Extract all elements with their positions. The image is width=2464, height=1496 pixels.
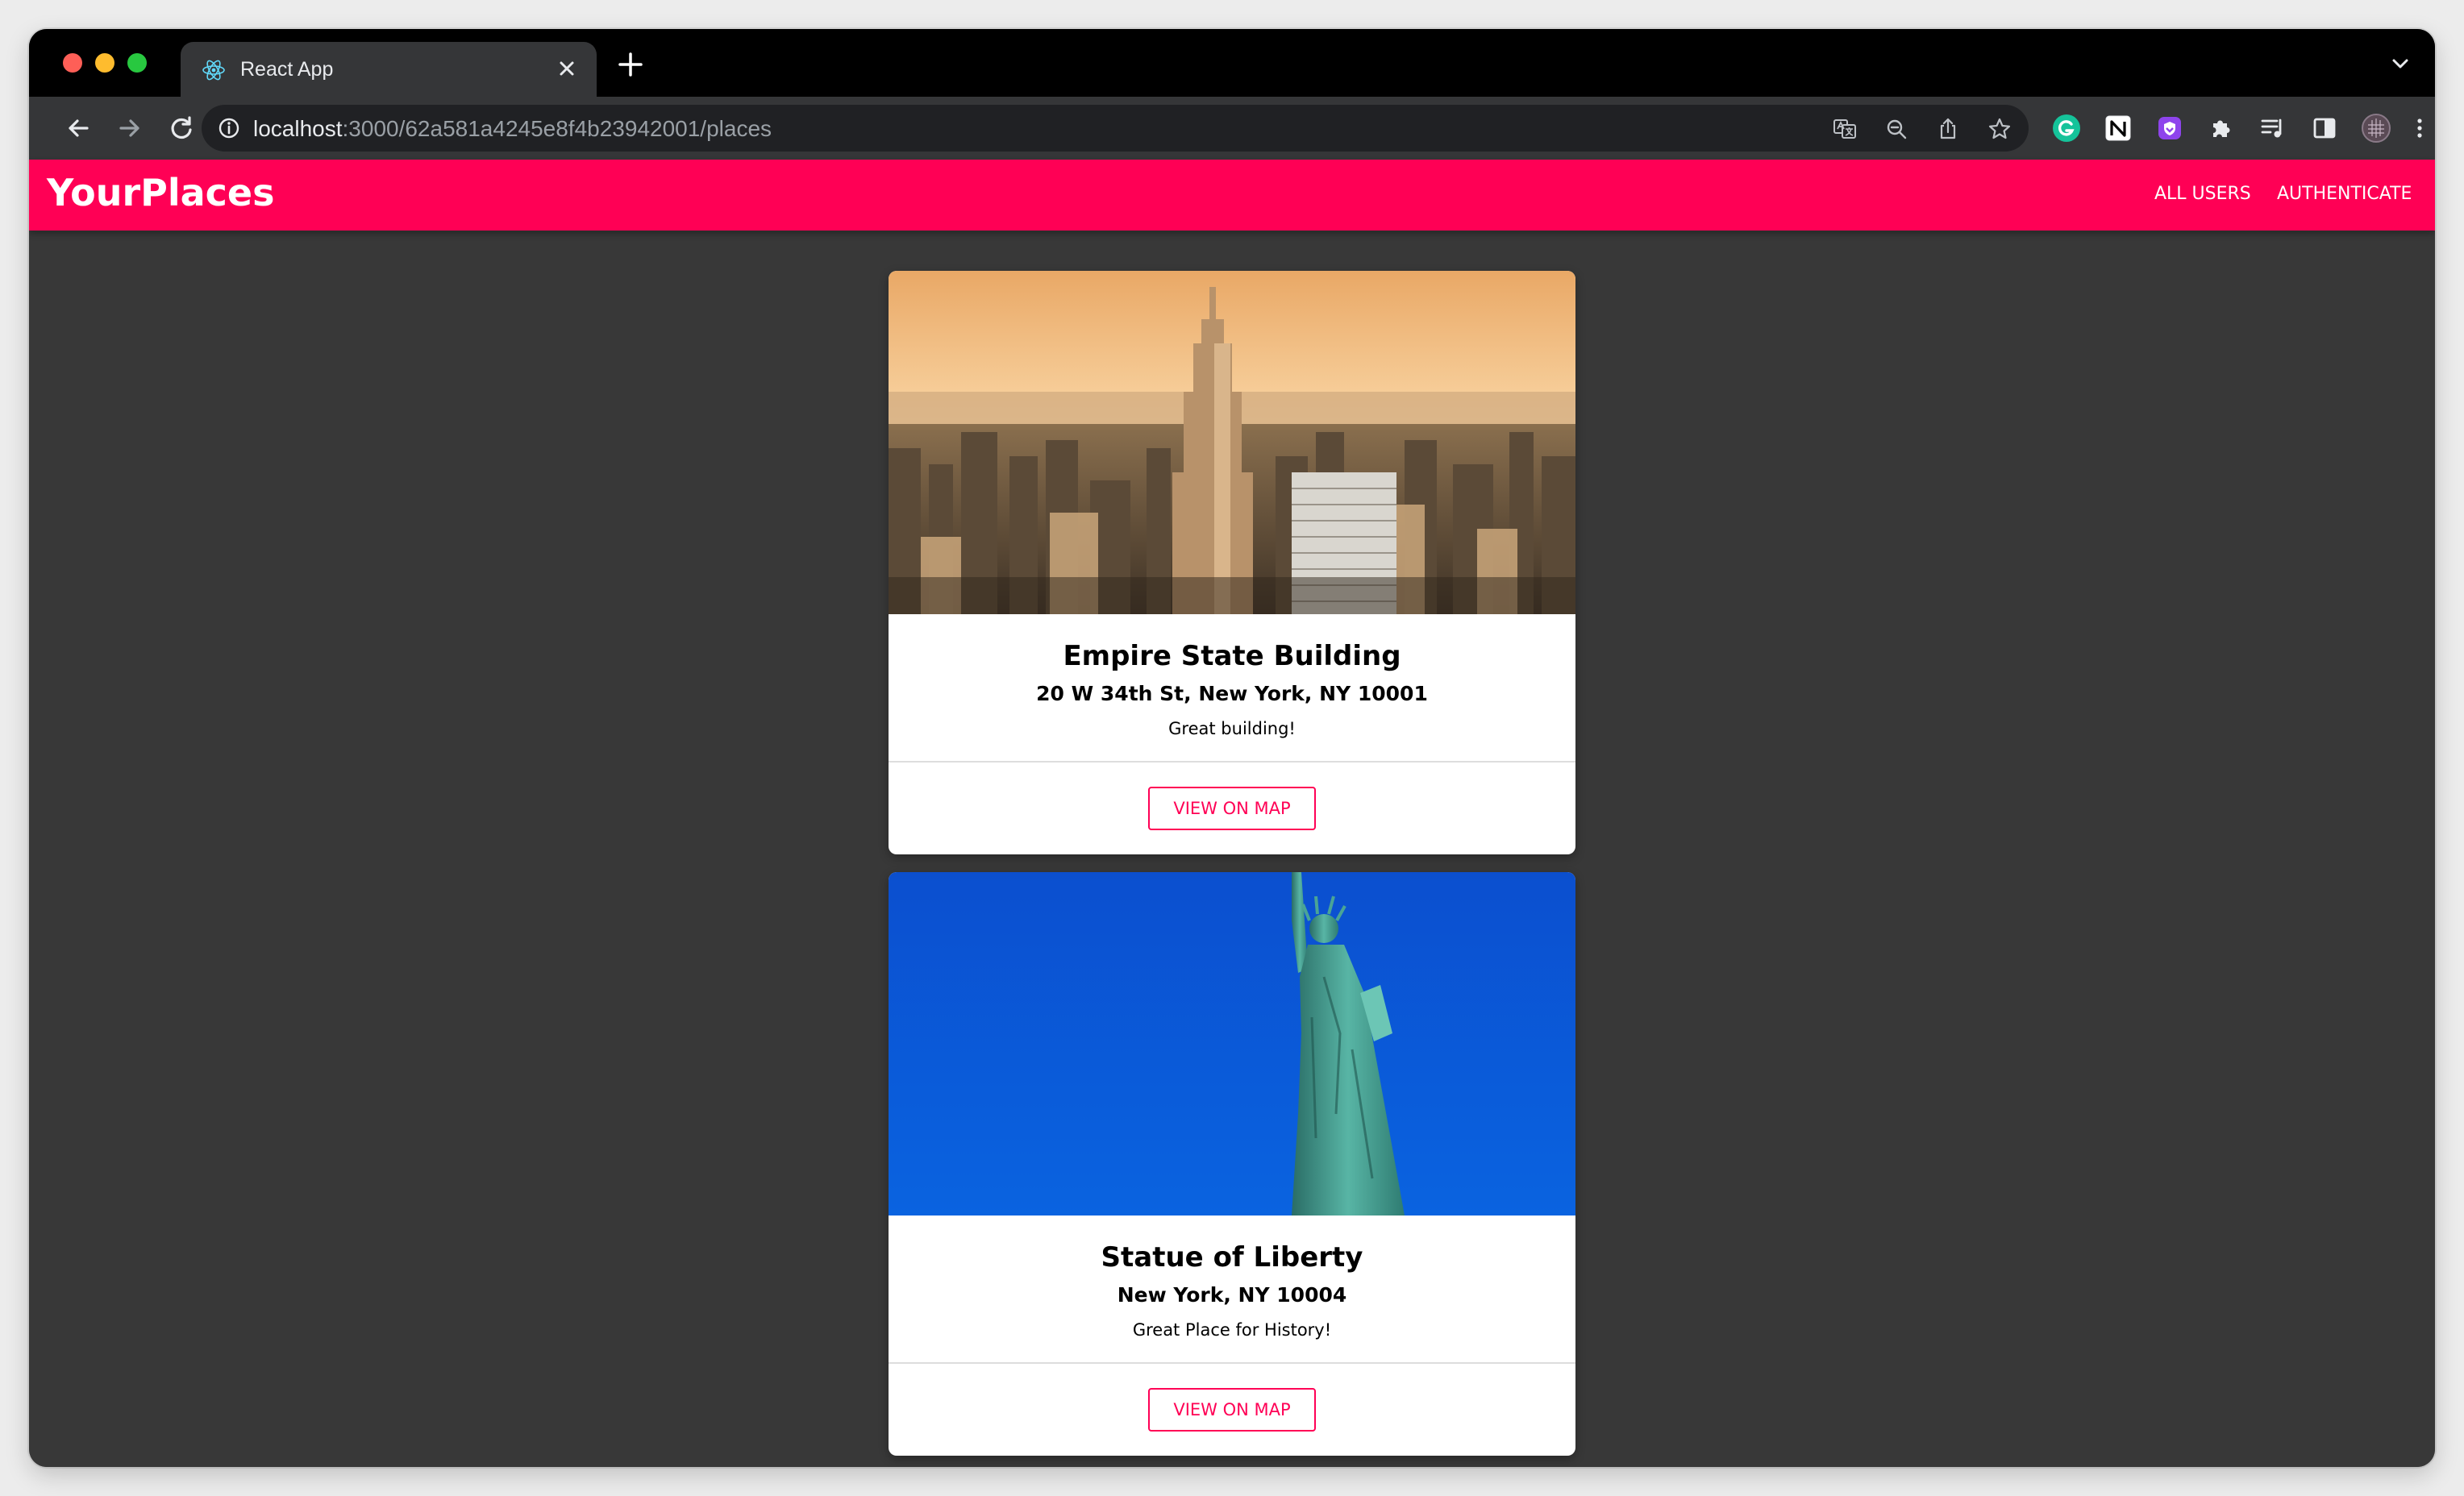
url-path: :3000/62a581a4245e8f4b23942001/places [342, 116, 772, 141]
address-bar[interactable]: localhost:3000/62a581a4245e8f4b23942001/… [202, 105, 2029, 152]
minimize-window-button[interactable] [95, 53, 114, 73]
translate-icon[interactable] [1832, 116, 1858, 142]
more-icon[interactable] [2412, 113, 2427, 143]
nav-authenticate[interactable]: AUTHENTICATE [2277, 184, 2412, 204]
profile-avatar[interactable] [2361, 113, 2391, 143]
card-divider [889, 1362, 1575, 1364]
place-title: Statue of Liberty [1101, 1241, 1363, 1274]
tab-react-app[interactable]: React App [181, 42, 597, 97]
chevron-down-icon[interactable] [2387, 50, 2414, 77]
view-on-map-button[interactable]: VIEW ON MAP [1148, 787, 1316, 830]
page-viewport: YourPlaces ALL USERS AUTHENTICATE Empire… [29, 160, 2435, 1467]
forward-icon[interactable] [113, 111, 147, 145]
place-image [889, 271, 1575, 614]
new-tab-button[interactable] [613, 47, 648, 82]
place-card: Empire State Building 20 W 34th St, New … [889, 271, 1575, 854]
fullscreen-window-button[interactable] [127, 53, 147, 73]
sidepanel-icon[interactable] [2309, 113, 2340, 143]
place-image [889, 872, 1575, 1216]
puzzle-icon[interactable] [2206, 113, 2237, 143]
url-text[interactable]: localhost:3000/62a581a4245e8f4b23942001/… [253, 116, 772, 142]
browser-toolbar: localhost:3000/62a581a4245e8f4b23942001/… [29, 97, 2435, 160]
tab-strip: React App [29, 29, 2435, 97]
place-description: Great Place for History! [1132, 1320, 1332, 1340]
place-address: New York, NY 10004 [1117, 1283, 1347, 1307]
place-description: Great building! [1168, 719, 1296, 738]
app-header: YourPlaces ALL USERS AUTHENTICATE [29, 160, 2435, 231]
place-title: Empire State Building [1063, 640, 1401, 672]
tab-title: React App [240, 58, 334, 81]
share-icon[interactable] [1935, 116, 1961, 142]
zoom-icon[interactable] [1883, 116, 1909, 142]
media-icon[interactable] [2258, 113, 2288, 143]
place-card: Statue of Liberty New York, NY 10004 Gre… [889, 872, 1575, 1456]
react-icon [202, 60, 225, 81]
reload-icon[interactable] [164, 111, 198, 145]
info-icon[interactable] [218, 117, 240, 139]
back-icon[interactable] [61, 111, 95, 145]
url-host: localhost [253, 116, 343, 141]
nav-all-users[interactable]: ALL USERS [2154, 184, 2251, 204]
plus-icon [618, 52, 643, 77]
card-divider [889, 761, 1575, 763]
browser-window: React App localhost:3000/62a581a4245e8f4… [29, 29, 2435, 1467]
extension-shield-icon[interactable] [2154, 113, 2185, 143]
brand-logo[interactable]: YourPlaces [47, 171, 275, 214]
notion-icon[interactable] [2103, 113, 2133, 143]
close-icon[interactable] [553, 55, 581, 82]
place-address: 20 W 34th St, New York, NY 10001 [1036, 682, 1428, 705]
close-window-button[interactable] [63, 53, 82, 73]
view-on-map-button[interactable]: VIEW ON MAP [1148, 1388, 1316, 1432]
star-icon[interactable] [1987, 116, 2012, 142]
grammarly-icon[interactable] [2051, 113, 2082, 143]
